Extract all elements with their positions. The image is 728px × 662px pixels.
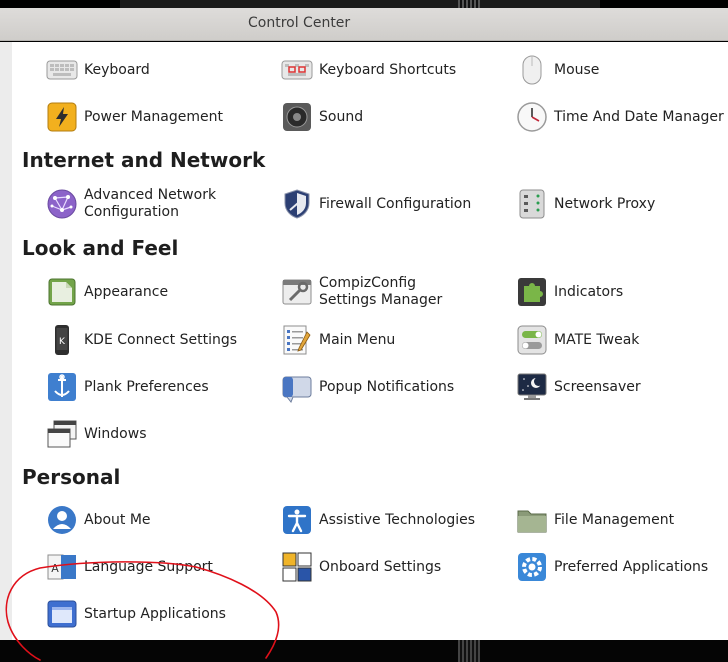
item-appearance[interactable]: Appearance [46, 274, 168, 310]
keyboard-shortcuts-icon [281, 60, 313, 80]
item-label: Firewall Configuration [319, 195, 472, 212]
item-file-management[interactable]: File Management [516, 502, 674, 538]
power-management-icon [47, 102, 77, 132]
section-title-look-feel: Look and Feel [22, 236, 179, 260]
item-label: Popup Notifications [319, 378, 455, 395]
item-screensaver[interactable]: Screensaver [516, 369, 641, 405]
kde-connect-icon: K [55, 325, 69, 355]
item-keyboard[interactable]: Keyboard [46, 52, 150, 88]
file-management-icon [517, 510, 547, 533]
accessibility-icon [283, 506, 311, 534]
item-label: Preferred Applications [554, 558, 709, 575]
appearance-icon [48, 278, 76, 306]
item-sound[interactable]: Sound [281, 99, 363, 135]
item-label: Assistive Technologies [319, 511, 476, 528]
firewall-shield-icon [284, 189, 310, 219]
item-label: Keyboard [84, 61, 150, 78]
item-label: Windows [84, 425, 147, 442]
control-center-content: Keyboard Keyboard Shortcuts Mouse Power … [0, 42, 728, 640]
language-support-icon: A [47, 554, 76, 580]
screensaver-icon [517, 373, 547, 400]
bottom-screen-bar [0, 640, 728, 662]
item-label: CompizConfig Settings Manager [319, 275, 443, 308]
sound-icon [283, 103, 311, 131]
network-icon [47, 189, 77, 219]
item-preferred-applications[interactable]: Preferred Applications [516, 549, 708, 585]
item-label: Plank Preferences [84, 378, 209, 395]
item-plank[interactable]: Plank Preferences [46, 369, 209, 405]
clock-icon [517, 102, 547, 132]
item-main-menu[interactable]: Main Menu [281, 322, 395, 358]
item-label: KDE Connect Settings [84, 331, 238, 348]
indicators-puzzle-icon [518, 278, 546, 306]
item-firewall[interactable]: Firewall Configuration [281, 186, 471, 222]
item-label: File Management [554, 511, 675, 528]
item-onboard-settings[interactable]: Onboard Settings [281, 549, 441, 585]
preferred-apps-gear-icon [518, 553, 546, 581]
item-label: Onboard Settings [319, 558, 442, 575]
item-indicators[interactable]: Indicators [516, 274, 623, 310]
section-title-internet: Internet and Network [22, 148, 266, 172]
item-label: Keyboard Shortcuts [319, 61, 457, 78]
item-label: Advanced Network Configuration [84, 187, 217, 220]
item-time-date[interactable]: Time And Date Manager [516, 99, 724, 135]
mate-tweak-icon [517, 325, 547, 355]
top-screen-strip [0, 0, 728, 8]
item-label: Language Support [84, 558, 213, 575]
item-label: Sound [319, 108, 364, 125]
section-title-personal: Personal [22, 465, 121, 489]
item-label: Startup Applications [84, 605, 226, 622]
item-windows[interactable]: Windows [46, 416, 147, 452]
top-grip [458, 0, 480, 8]
item-power-management[interactable]: Power Management [46, 99, 223, 135]
item-label: Mouse [554, 61, 600, 78]
item-label: About Me [84, 511, 151, 528]
item-about-me[interactable]: About Me [46, 502, 151, 538]
popup-notifications-icon [282, 376, 312, 403]
plank-icon [48, 373, 76, 401]
main-menu-icon [283, 325, 311, 355]
item-startup-applications[interactable]: Startup Applications [46, 596, 226, 632]
item-mouse[interactable]: Mouse [516, 52, 599, 88]
item-keyboard-shortcuts[interactable]: Keyboard Shortcuts [281, 52, 456, 88]
item-compizconfig[interactable]: CompizConfig Settings Manager [281, 274, 469, 310]
about-me-icon [48, 506, 76, 534]
item-popup-notifications[interactable]: Popup Notifications [281, 369, 454, 405]
item-label: Time And Date Manager [554, 108, 724, 125]
onboard-keyboard-icon [282, 552, 312, 582]
mouse-icon [522, 55, 542, 85]
item-advanced-network[interactable]: Advanced Network Configuration [46, 186, 234, 222]
item-network-proxy[interactable]: Network Proxy [516, 186, 655, 222]
item-label: Indicators [554, 283, 624, 300]
windows-icon [47, 420, 77, 448]
window-titlebar[interactable]: Control Center [0, 8, 728, 41]
keyboard-icon [46, 60, 78, 80]
item-assistive[interactable]: Assistive Technologies [281, 502, 475, 538]
item-label: Appearance [84, 283, 169, 300]
compiz-icon [282, 279, 312, 305]
item-label: Screensaver [554, 378, 641, 395]
item-language-support[interactable]: A Language Support [46, 549, 213, 585]
item-mate-tweak[interactable]: MATE Tweak [516, 322, 639, 358]
svg-text:A: A [51, 562, 59, 575]
item-label: Power Management [84, 108, 224, 125]
item-label: Main Menu [319, 331, 396, 348]
item-label: MATE Tweak [554, 331, 640, 348]
item-kde-connect[interactable]: K KDE Connect Settings [46, 322, 237, 358]
startup-applications-icon [47, 600, 77, 628]
window-title: Control Center [248, 15, 351, 31]
item-label: Network Proxy [554, 195, 656, 212]
network-proxy-icon [519, 189, 545, 219]
